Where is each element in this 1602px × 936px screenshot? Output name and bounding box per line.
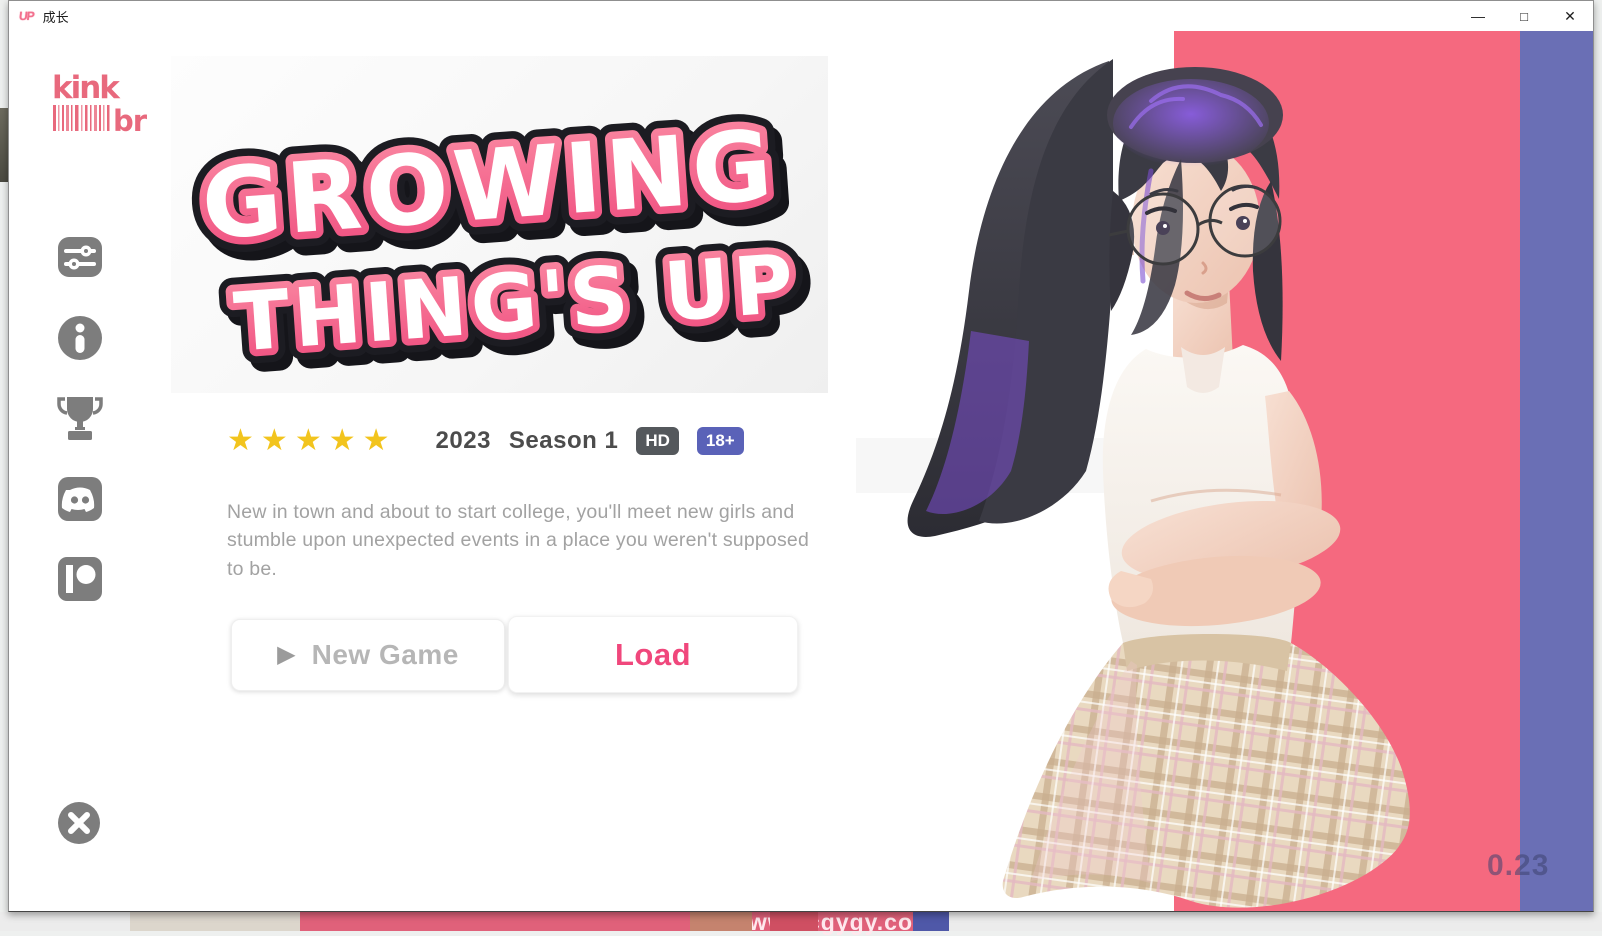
logo-word-br: br [113,104,147,135]
discord-button[interactable] [57,476,103,527]
background-window-fragment: www.acgygy.com [300,912,915,931]
trophy-icon [57,393,103,443]
title-bar[interactable]: UP 成长 — □ ✕ [9,1,1593,31]
star-icon: ★ [227,423,254,459]
watermark-url: www.acgygy.com [730,909,934,936]
background-window-fragment [913,912,949,931]
barcode-icon [53,105,110,131]
play-icon: ▶ [277,643,295,667]
exit-button[interactable] [57,801,101,850]
release-year: 2023 [436,427,491,455]
art-purple-stripe [1520,31,1594,912]
background-window-fragment [690,912,752,931]
background-window-edge [0,108,8,182]
game-logo-panel: GROWING THING'S UP GROWING THING'S UP GR… [171,56,828,393]
patreon-icon [57,556,103,602]
desktop-strip: www.acgygy.com [0,912,1602,931]
game-logo: GROWING THING'S UP GROWING THING'S UP GR… [171,56,828,393]
load-label: Load [615,637,691,673]
close-circle-icon [57,801,101,845]
star-icon: ★ [363,423,390,459]
background-window-fragment [130,912,300,931]
game-window: 0.23 UP 成长 — □ ✕ kink br [8,0,1594,912]
adult-badge: 18+ [697,427,744,455]
window-title: 成长 [43,7,69,26]
close-button[interactable]: ✕ [1547,1,1593,31]
star-icon: ★ [261,423,288,459]
meta-row: ★ ★ ★ ★ ★ 2023 Season 1 HD 18+ [227,423,744,459]
rating-stars: ★ ★ ★ ★ ★ [227,423,390,459]
settings-sliders-icon [57,234,103,280]
kink-br-logo: kink br [51,73,147,140]
new-game-button[interactable]: ▶ New Game [231,619,505,691]
star-icon: ★ [329,423,356,459]
minimize-button[interactable]: — [1455,1,1501,31]
load-button[interactable]: Load [508,616,798,693]
achievements-button[interactable] [57,393,103,448]
discord-icon [57,476,103,522]
info-button[interactable] [57,315,103,366]
background-window-fragment [770,912,818,931]
new-game-label: New Game [312,639,459,671]
logo-text-line1: GROWING [198,109,780,262]
logo-word-kink: kink [52,73,121,106]
character-illustration [851,31,1421,912]
maximize-button[interactable]: □ [1501,1,1547,31]
info-icon [57,315,103,361]
patreon-button[interactable] [57,556,103,607]
app-icon: UP [18,9,34,23]
window-controls: — □ ✕ [1455,1,1593,31]
hd-badge: HD [636,427,679,455]
settings-button[interactable] [57,234,103,285]
star-icon: ★ [295,423,322,459]
game-description: New in town and about to start college, … [227,498,812,584]
version-number: 0.23 [1487,849,1549,883]
season-label: Season 1 [509,427,618,455]
